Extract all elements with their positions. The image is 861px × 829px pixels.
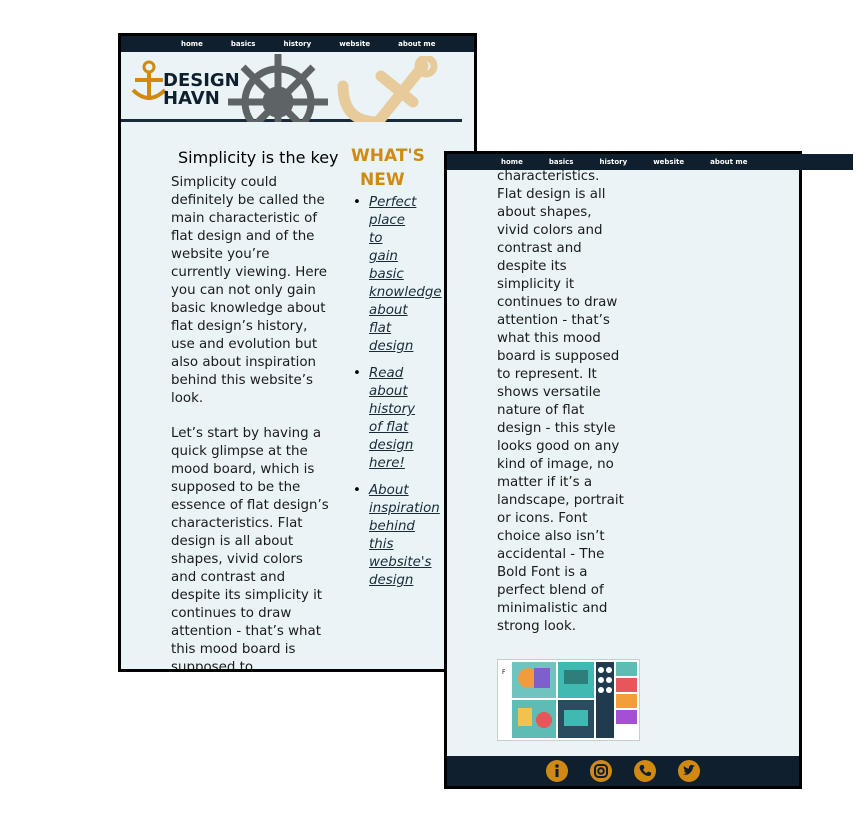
header-banner: DESIGN HAVN [121, 52, 462, 122]
nav-about-me[interactable]: about me [398, 40, 435, 48]
list-item: About inspiration behind this website's … [353, 482, 453, 590]
instagram-icon[interactable] [590, 760, 612, 782]
mood-board-text: characteristics. Flat design is all abou… [497, 168, 647, 636]
phone-icon[interactable] [634, 760, 656, 782]
mood-board-collage: F [498, 660, 639, 740]
ship-wheel-icon [228, 54, 328, 122]
top-nav: home basics history website about me [121, 36, 474, 52]
nav-basics[interactable]: basics [231, 40, 256, 48]
top-nav-sticky: home basics history website about me [447, 154, 853, 170]
nav-home[interactable]: home [501, 158, 523, 166]
nav-website[interactable]: website [339, 40, 370, 48]
paragraph-2: Let’s start by having a quick glimpse at… [171, 426, 329, 669]
mood-board-label: F [502, 669, 506, 676]
whats-new-title: WHAT'S NEW [351, 146, 425, 190]
nav-history[interactable]: history [599, 158, 627, 166]
twitter-icon[interactable] [678, 760, 700, 782]
page-content: home basics history website about me DES… [121, 36, 474, 669]
footer-bar [447, 756, 799, 786]
whats-new-list: Perfect place to gain basic knowledge ab… [353, 194, 453, 599]
nav-about-me[interactable]: about me [710, 158, 747, 166]
list-item: Perfect place to gain basic knowledge ab… [353, 194, 453, 356]
list-item: Read about history of flat design here! [353, 365, 453, 473]
page-content-scrolled: characteristics. Flat design is all abou… [447, 154, 799, 786]
anchor-decoration-icon [337, 56, 438, 122]
page-window-main: home basics history website about me DES… [118, 33, 477, 672]
intro-text: Simplicity could definitely be called th… [171, 174, 341, 669]
news-link-history[interactable]: Read about history of flat design here! [369, 366, 415, 471]
news-link-basics[interactable]: Perfect place to gain basic knowledge ab… [369, 195, 442, 354]
info-icon[interactable] [546, 760, 568, 782]
nav-basics[interactable]: basics [549, 158, 574, 166]
mood-board-image: F [497, 659, 640, 741]
page-title: Simplicity is the key [178, 148, 339, 167]
paragraph-scrolled: characteristics. Flat design is all abou… [497, 169, 624, 634]
nav-home[interactable]: home [181, 40, 203, 48]
nav-history[interactable]: history [283, 40, 311, 48]
nav-website[interactable]: website [653, 158, 684, 166]
paragraph-1: Simplicity could definitely be called th… [171, 175, 328, 406]
news-link-inspiration[interactable]: About inspiration behind this website's … [369, 483, 440, 588]
page-window-scrolled: characteristics. Flat design is all abou… [444, 151, 853, 789]
